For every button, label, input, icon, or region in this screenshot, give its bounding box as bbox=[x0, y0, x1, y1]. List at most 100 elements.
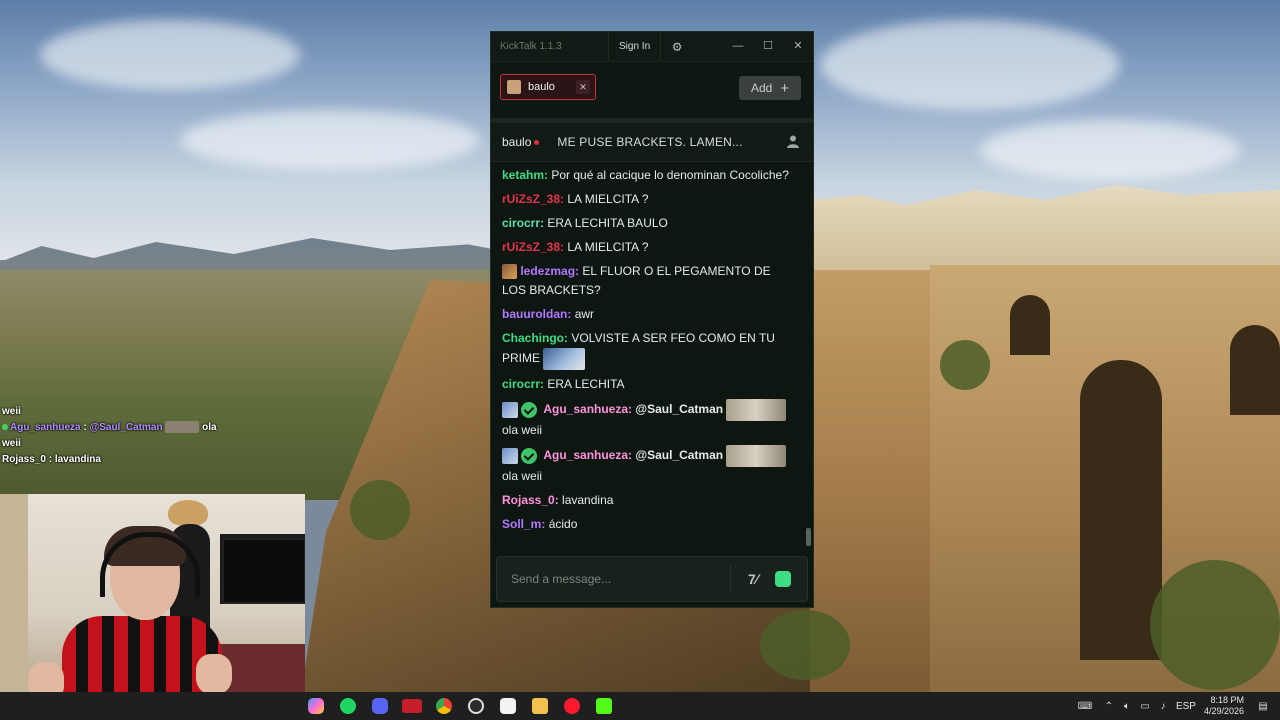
chat-username[interactable]: bauuroldan bbox=[502, 307, 567, 321]
speaker-icon[interactable]: ♪ bbox=[1154, 701, 1172, 712]
chat-message: rUiZsZ_38: LA MIELCITA ? bbox=[502, 192, 649, 206]
chat-username[interactable]: ledezmag bbox=[520, 264, 575, 278]
stream-info-bar: baulo ME PUSE BRACKETS. LAMEN... bbox=[491, 123, 813, 162]
verified-badge-icon bbox=[521, 448, 537, 464]
maximize-icon[interactable]: ☐ bbox=[753, 32, 783, 61]
chat-mention[interactable]: @Saul_Catman bbox=[635, 448, 723, 462]
taskbar-spotify[interactable] bbox=[332, 692, 364, 720]
obs-icon bbox=[468, 698, 484, 714]
channel-tab-label: baulo bbox=[528, 81, 555, 93]
chrome-icon bbox=[436, 698, 452, 714]
chat-username[interactable]: Rojass_0 bbox=[502, 493, 555, 507]
chat-message: Rojass_0: lavandina bbox=[502, 493, 614, 507]
chat-username[interactable]: Agu_sanhueza bbox=[543, 402, 628, 416]
discord-icon bbox=[372, 698, 388, 714]
wallpaper-tree bbox=[1150, 560, 1280, 690]
chat-text: LA MIELCITA ? bbox=[567, 240, 649, 254]
scrollbar-thumb[interactable] bbox=[806, 528, 811, 546]
user-icon[interactable] bbox=[787, 135, 799, 148]
language-indicator[interactable]: ESP bbox=[1176, 701, 1196, 712]
chat-username[interactable]: ketahm bbox=[502, 168, 544, 182]
wallpaper-tree bbox=[940, 340, 990, 390]
opera-icon bbox=[564, 698, 580, 714]
chat-username[interactable]: rUiZsZ_38 bbox=[502, 192, 560, 206]
overlay-chat-line: Agu_sanhueza : @Saul_Catman ola bbox=[2, 420, 302, 436]
subscriber-badge-icon bbox=[502, 402, 518, 418]
chat-text: LA MIELCITA ? bbox=[567, 192, 649, 206]
system-tray: ⌨ ⌃ 🔈︎ ▭ ♪ ESP 8:18 PM 4/29/2026 ▤ bbox=[1070, 692, 1280, 720]
chat-messages[interactable]: ketahm: Por qué al cacique lo denominan … bbox=[491, 162, 813, 554]
minimize-icon[interactable]: — bbox=[723, 32, 753, 61]
wallpaper-tree bbox=[760, 610, 850, 680]
channel-tab-baulo[interactable]: baulo ✕ bbox=[500, 74, 596, 100]
channel-avatar bbox=[507, 80, 521, 94]
chat-message: Soll_m: ácido bbox=[502, 517, 578, 531]
taskbar-opera[interactable] bbox=[556, 692, 588, 720]
chat-username[interactable]: Agu_sanhueza bbox=[543, 448, 628, 462]
wallpaper-cloud bbox=[820, 20, 1120, 110]
window-titlebar[interactable]: KickTalk 1.1.3 Sign In ⚙ — ☐ ✕ bbox=[491, 32, 813, 62]
overlay-chat-line: Rojass_0 : lavandina bbox=[2, 454, 101, 465]
chat-text: lavandina bbox=[562, 493, 614, 507]
verified-badge-icon bbox=[521, 402, 537, 418]
keyboard-icon[interactable]: ⌨ bbox=[1070, 701, 1100, 712]
chat-message: rUiZsZ_38: LA MIELCITA ? bbox=[502, 240, 649, 254]
chat-text: awr bbox=[574, 307, 595, 321]
chat-message: cirocrr: ERA LECHITA BAULO bbox=[502, 216, 668, 230]
taskbar-apps bbox=[300, 692, 620, 720]
user-badge-icon bbox=[502, 264, 517, 280]
taskbar-kicktalk[interactable] bbox=[588, 692, 620, 720]
taskbar-copilot[interactable] bbox=[300, 692, 332, 720]
chat-username[interactable]: Soll_m bbox=[502, 517, 541, 531]
message-input[interactable] bbox=[509, 571, 730, 587]
spotify-icon bbox=[340, 698, 356, 714]
taskbar-discord[interactable] bbox=[364, 692, 396, 720]
message-input-box: 7∕ bbox=[496, 556, 808, 602]
chat-username[interactable]: cirocrr bbox=[502, 216, 540, 230]
emote-icon bbox=[726, 399, 787, 421]
folder-icon bbox=[532, 698, 548, 714]
taskbar-clock[interactable]: 8:18 PM 4/29/2026 bbox=[1204, 695, 1244, 717]
chat-text: ERA LECHITA bbox=[547, 377, 625, 391]
settings-gear-icon[interactable]: ⚙ bbox=[666, 40, 688, 54]
wallpaper-cloud bbox=[980, 120, 1240, 180]
taskbar: ⌨ ⌃ 🔈︎ ▭ ♪ ESP 8:18 PM 4/29/2026 ▤ bbox=[0, 692, 1280, 720]
chat-scrollbar[interactable] bbox=[805, 162, 811, 554]
taskbar-chrome[interactable] bbox=[428, 692, 460, 720]
chat-username[interactable]: rUiZsZ_38 bbox=[502, 240, 560, 254]
sign-in-button[interactable]: Sign In bbox=[608, 32, 662, 61]
copilot-icon bbox=[308, 698, 324, 714]
tab-close-icon[interactable]: ✕ bbox=[576, 80, 590, 94]
close-icon[interactable]: ✕ bbox=[783, 32, 813, 61]
network-icon[interactable]: ▭ bbox=[1136, 701, 1154, 712]
chat-username[interactable]: cirocrr bbox=[502, 377, 540, 391]
volume-icon[interactable]: 🔈︎ bbox=[1118, 701, 1136, 712]
chat-message: Agu_sanhueza: @Saul_Catman ola weii bbox=[502, 399, 791, 440]
taskbar-file-explorer[interactable] bbox=[524, 692, 556, 720]
emote-picker-icon[interactable]: 7∕ bbox=[731, 571, 775, 587]
taskbar-voicemeeter[interactable] bbox=[396, 692, 428, 720]
chat-username[interactable]: Chachingo bbox=[502, 331, 564, 345]
emote-icon bbox=[165, 421, 200, 434]
taskbar-streamdeck[interactable] bbox=[492, 692, 524, 720]
chat-message: cirocrr: ERA LECHITA bbox=[502, 377, 625, 391]
kick-icon bbox=[596, 698, 612, 714]
chat-text: Por qué al cacique lo denominan Cocolich… bbox=[551, 168, 789, 182]
kicktalk-window: KickTalk 1.1.3 Sign In ⚙ — ☐ ✕ baulo ✕ A… bbox=[490, 31, 814, 608]
notifications-icon[interactable]: ▤ bbox=[1254, 701, 1272, 712]
chat-message: Agu_sanhueza: @Saul_Catman ola weii bbox=[502, 445, 791, 486]
subscriber-badge-icon bbox=[502, 448, 518, 464]
kick-emote-icon[interactable] bbox=[775, 571, 791, 587]
overlay-chat-line: weii bbox=[2, 438, 21, 449]
stream-deck-icon bbox=[500, 698, 516, 714]
stream-title: ME PUSE BRACKETS. LAMEN... bbox=[557, 135, 743, 149]
chevron-up-icon[interactable]: ⌃ bbox=[1100, 701, 1118, 712]
webcam-feed bbox=[0, 494, 305, 692]
add-channel-button[interactable]: Add + bbox=[739, 76, 801, 100]
add-channel-label: Add bbox=[750, 81, 773, 95]
emote-icon bbox=[726, 445, 787, 467]
taskbar-obs[interactable] bbox=[460, 692, 492, 720]
chat-mention[interactable]: @Saul_Catman bbox=[635, 402, 723, 416]
chat-message: ledezmag: EL FLUOR O EL PEGAMENTO DE LOS… bbox=[502, 264, 771, 297]
overlay-chat-line: weii bbox=[2, 406, 21, 417]
